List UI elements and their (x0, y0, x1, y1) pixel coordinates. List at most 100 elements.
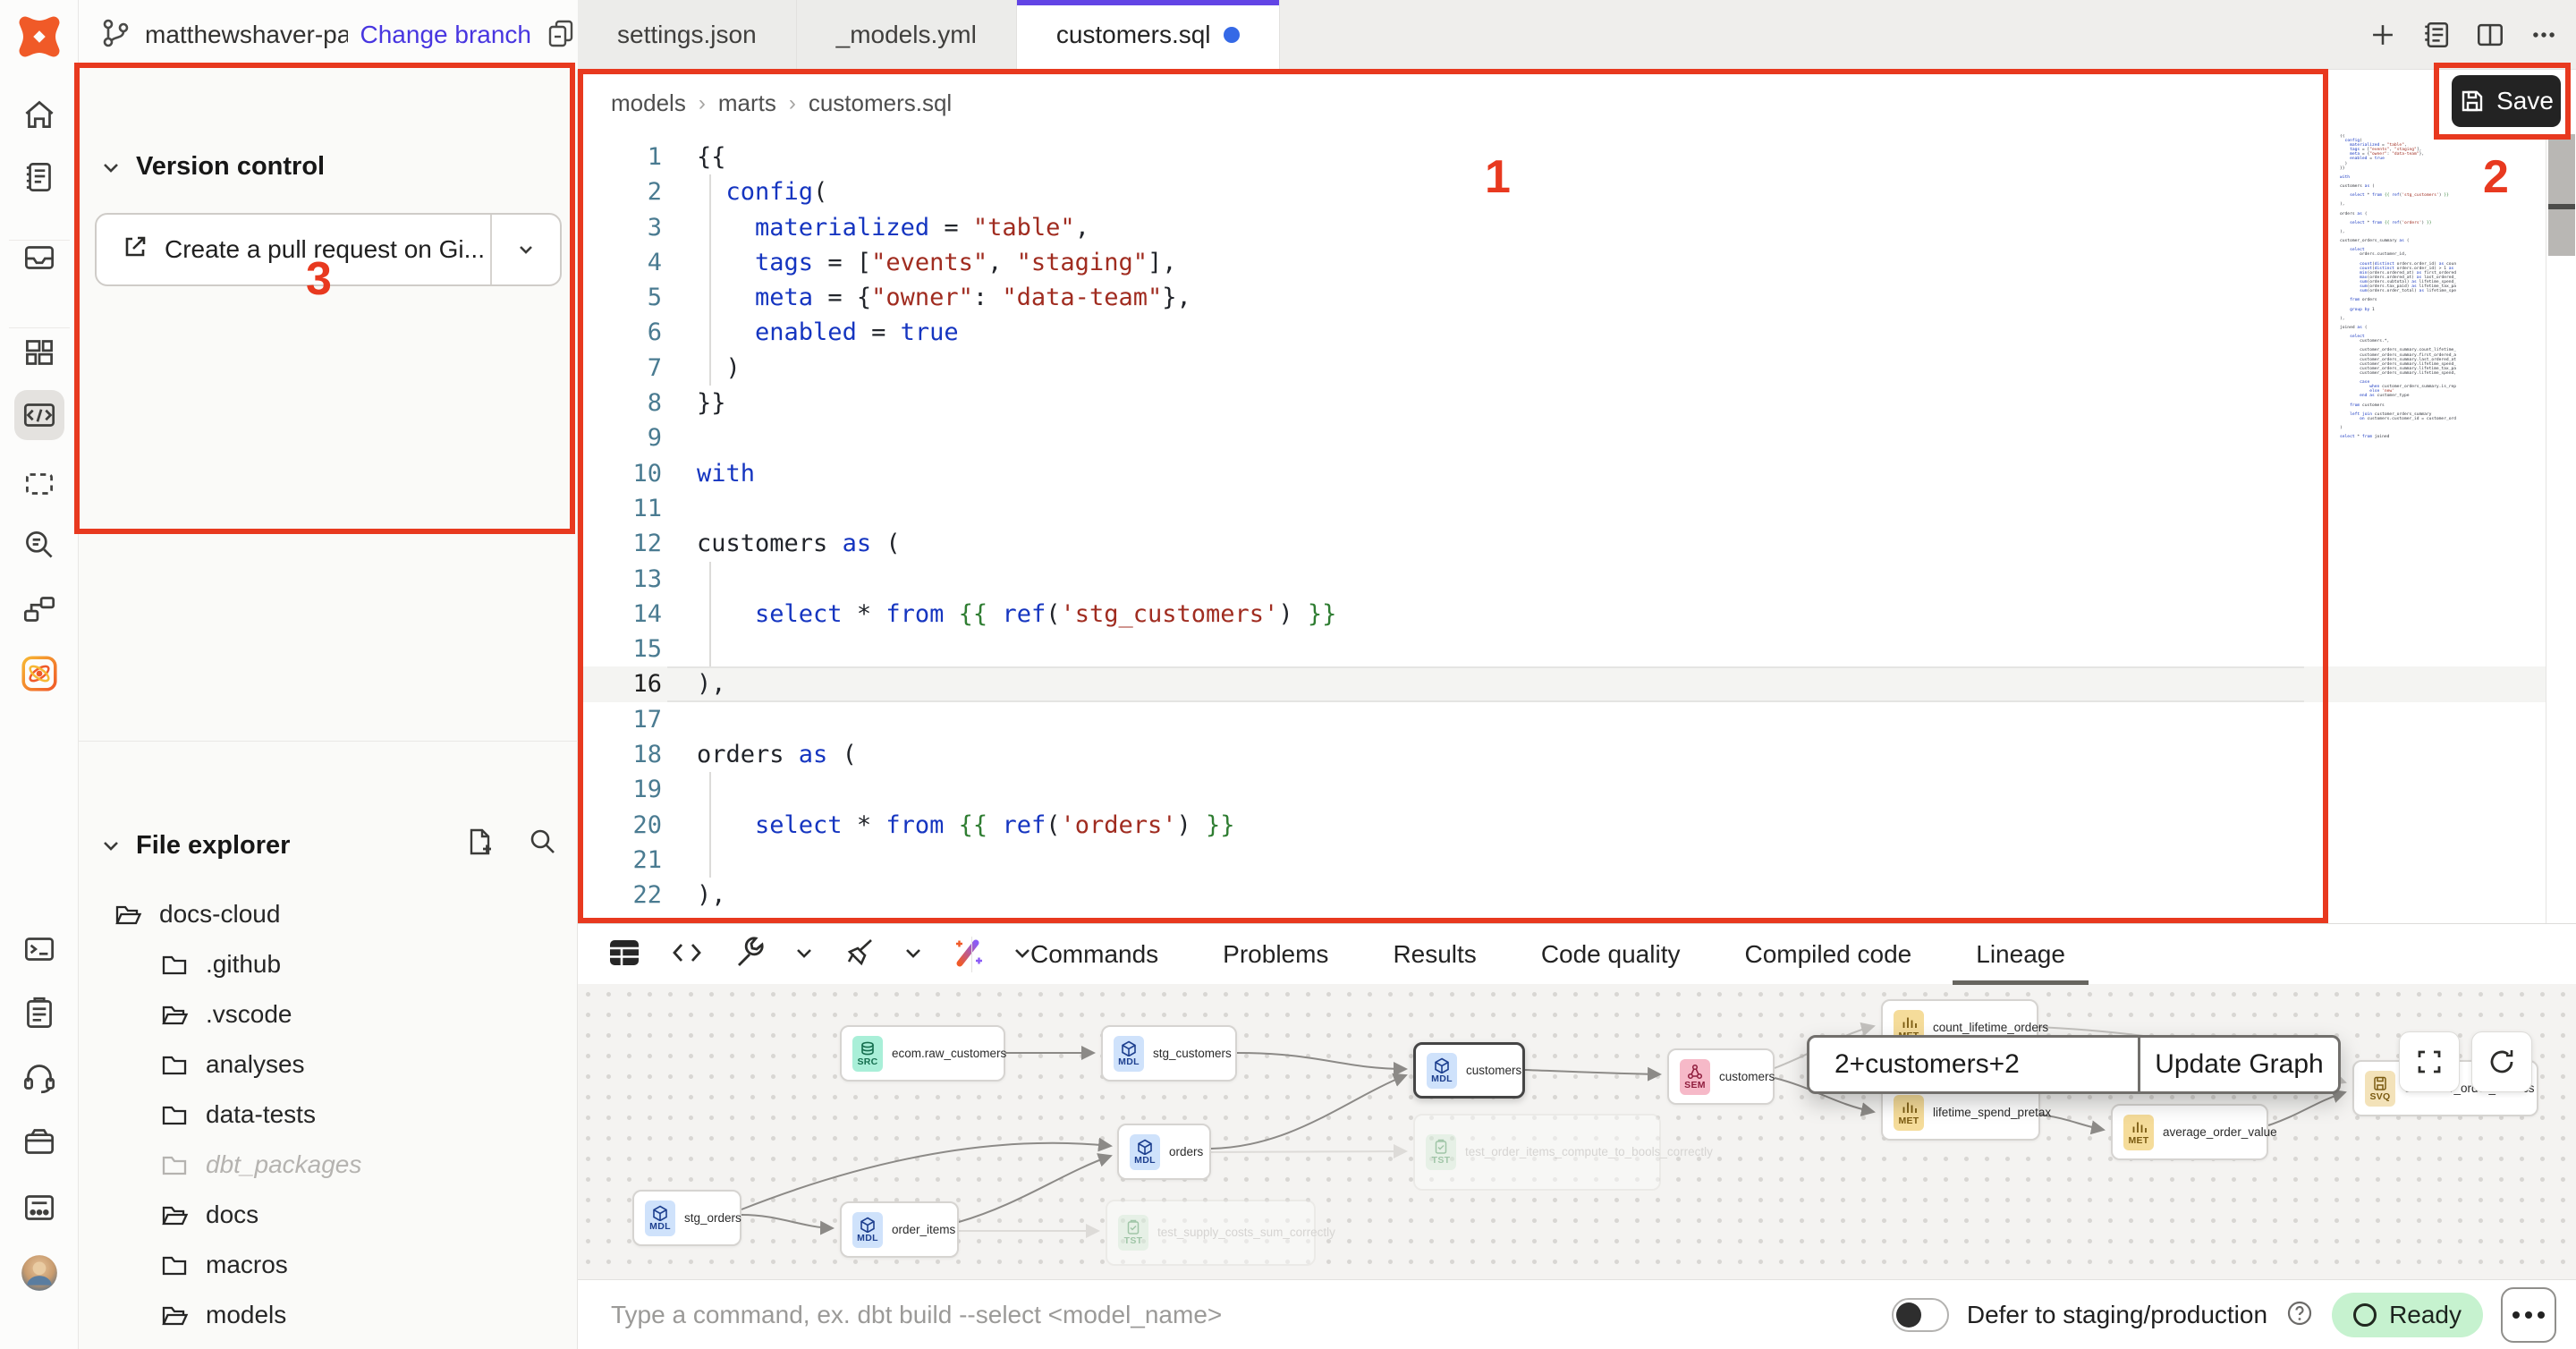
rail-notebook-icon[interactable] (14, 152, 64, 202)
code-line-22[interactable]: 22), (578, 878, 2546, 912)
rail-avatar-icon[interactable] (14, 1248, 64, 1298)
bottom-tab-lineage[interactable]: Lineage (1944, 924, 2097, 985)
more-options-icon[interactable] (2524, 15, 2563, 55)
build-tools-icon[interactable] (730, 933, 769, 977)
rail-frame-icon[interactable] (14, 459, 64, 509)
file-item-docs[interactable]: docs (79, 1190, 578, 1240)
bottom-tab-commands[interactable]: Commands (998, 924, 1191, 985)
code-line-1[interactable]: 1{{ (578, 140, 2546, 174)
split-editor-icon[interactable] (2470, 15, 2510, 55)
code-line-13[interactable]: 13 (578, 562, 2546, 597)
command-input[interactable]: Type a command, ex. dbt build --select <… (611, 1280, 1222, 1349)
fullscreen-button[interactable] (2399, 1031, 2460, 1092)
rail-compare-icon[interactable] (14, 584, 64, 634)
copy-icon[interactable] (544, 16, 578, 55)
search-icon[interactable] (526, 826, 558, 865)
lineage-selector-input[interactable]: 2+customers+2 (1809, 1038, 2138, 1091)
dbt-logo-icon[interactable] (15, 13, 64, 59)
branch-name[interactable]: matthewshaver-patc (145, 21, 348, 49)
lineage-node-orders[interactable]: MDLorders (1117, 1124, 1211, 1180)
code-line-5[interactable]: 5 meta = {"owner": "data-team"}, (578, 280, 2546, 315)
change-branch-link[interactable]: Change branch (360, 21, 531, 49)
scrollbar-thumb[interactable] (2548, 134, 2575, 256)
bottom-tab-code-quality[interactable]: Code quality (1509, 924, 1713, 985)
format-chevron-icon[interactable] (902, 941, 925, 969)
create-pr-button[interactable]: Create a pull request on Gi... (95, 213, 562, 286)
tab-customers.sql[interactable]: customers.sql (1017, 0, 1280, 70)
lineage-node-stg_customers[interactable]: MDLstg_customers (1101, 1025, 1237, 1082)
lineage-node-customers_sem[interactable]: SEMcustomers (1667, 1048, 1775, 1105)
bottom-tab-results[interactable]: Results (1360, 924, 1508, 985)
lineage-node-stg_orders[interactable]: MDLstg_orders (632, 1190, 741, 1246)
code-line-8[interactable]: 8}} (578, 386, 2546, 420)
file-item-data-tests[interactable]: data-tests (79, 1090, 578, 1140)
defer-toggle[interactable] (1892, 1298, 1949, 1332)
breadcrumb-item[interactable]: customers.sql (809, 89, 952, 117)
rail-code-icon[interactable] (14, 390, 64, 440)
rail-clipboard-icon[interactable] (14, 988, 64, 1039)
rail-home-icon[interactable] (14, 89, 64, 140)
rail-grid-icon[interactable] (14, 327, 64, 378)
file-item-marts[interactable]: marts (79, 1340, 578, 1349)
breadcrumb-item[interactable]: models (611, 89, 686, 117)
code-lines[interactable]: 1{{2 config(3 materialized = "table",4 t… (578, 140, 2546, 983)
code-line-11[interactable]: 11 (578, 491, 2546, 526)
code-line-14[interactable]: 14 select * from {{ ref('stg_customers')… (578, 597, 2546, 632)
file-item-.vscode[interactable]: .vscode (79, 989, 578, 1039)
pr-dropdown-button[interactable] (490, 215, 560, 284)
file-item-analyses[interactable]: analyses (79, 1039, 578, 1090)
bottom-tab-compiled-code[interactable]: Compiled code (1712, 924, 1944, 985)
refresh-graph-button[interactable] (2471, 1031, 2532, 1092)
bottom-tab-problems[interactable]: Problems (1191, 924, 1360, 985)
changelog-icon[interactable] (2417, 15, 2456, 55)
code-line-17[interactable]: 17 (578, 702, 2546, 737)
new-tab-icon[interactable] (2363, 15, 2402, 55)
copilot-wand-icon[interactable] (948, 933, 987, 977)
rail-terminal-icon[interactable] (14, 924, 64, 974)
editor-scrollbar[interactable] (2546, 134, 2576, 923)
lineage-node-customers_mdl[interactable]: MDLcustomers (1413, 1042, 1525, 1099)
save-button[interactable]: Save (2452, 75, 2561, 127)
lineage-node-test_order_items[interactable]: TSTtest_order_items_compute_to_bools_cor… (1413, 1114, 1661, 1191)
code-line-9[interactable]: 9 (578, 420, 2546, 455)
code-line-21[interactable]: 21 (578, 843, 2546, 878)
code-line-18[interactable]: 18orders as ( (578, 737, 2546, 772)
lineage-canvas[interactable]: SRCecom.raw_customers MDLstg_customers MDL… (578, 984, 2576, 1279)
status-badge[interactable]: Ready (2332, 1293, 2483, 1337)
file-item-.github[interactable]: .github (79, 939, 578, 989)
minimap[interactable]: {{ config( materialized = "table", tags … (2340, 134, 2456, 635)
file-item-dbt_packages[interactable]: dbt_packages (79, 1140, 578, 1190)
rail-headset-icon[interactable] (14, 1052, 64, 1102)
code-view-icon[interactable] (667, 933, 707, 977)
code-editor[interactable]: models›marts›customers.sql 1{{2 config(3… (578, 70, 2576, 923)
rail-archive-icon[interactable] (14, 1116, 64, 1167)
update-graph-button[interactable]: Update Graph (2138, 1038, 2338, 1091)
version-control-header[interactable]: Version control (98, 152, 325, 182)
tab-_models.yml[interactable]: _models.yml (797, 0, 1017, 70)
lineage-node-raw_customers[interactable]: SRCecom.raw_customers (840, 1025, 1005, 1082)
help-icon[interactable] (2285, 1299, 2314, 1332)
code-line-3[interactable]: 3 materialized = "table", (578, 210, 2546, 245)
lineage-node-order_items[interactable]: MDLorder_items (840, 1201, 959, 1258)
code-line-7[interactable]: 7 ) (578, 351, 2546, 386)
lineage-node-avg_order_value[interactable]: METaverage_order_value (2111, 1104, 2268, 1160)
code-line-10[interactable]: 10with (578, 456, 2546, 491)
command-more-button[interactable] (2501, 1287, 2556, 1343)
file-explorer-header[interactable]: File explorer (98, 826, 558, 865)
code-line-2[interactable]: 2 config( (578, 174, 2546, 209)
code-line-4[interactable]: 4 tags = ["events", "staging"], (578, 245, 2546, 280)
code-line-19[interactable]: 19 (578, 772, 2546, 807)
file-item-models[interactable]: models (79, 1290, 578, 1340)
rail-keypad-icon[interactable] (14, 1183, 64, 1233)
code-line-16[interactable]: 16), (578, 666, 2546, 701)
format-broom-icon[interactable] (839, 933, 878, 977)
rail-search-doc-icon[interactable] (14, 520, 64, 570)
build-tools-chevron-icon[interactable] (792, 941, 816, 969)
code-line-6[interactable]: 6 enabled = true (578, 315, 2546, 350)
breadcrumb-item[interactable]: marts (718, 89, 776, 117)
file-item-docs-cloud[interactable]: docs-cloud (79, 889, 578, 939)
file-item-macros[interactable]: macros (79, 1240, 578, 1290)
results-table-icon[interactable] (605, 933, 644, 977)
tab-settings.json[interactable]: settings.json (578, 0, 797, 70)
rail-canvas-icon[interactable] (14, 649, 64, 699)
